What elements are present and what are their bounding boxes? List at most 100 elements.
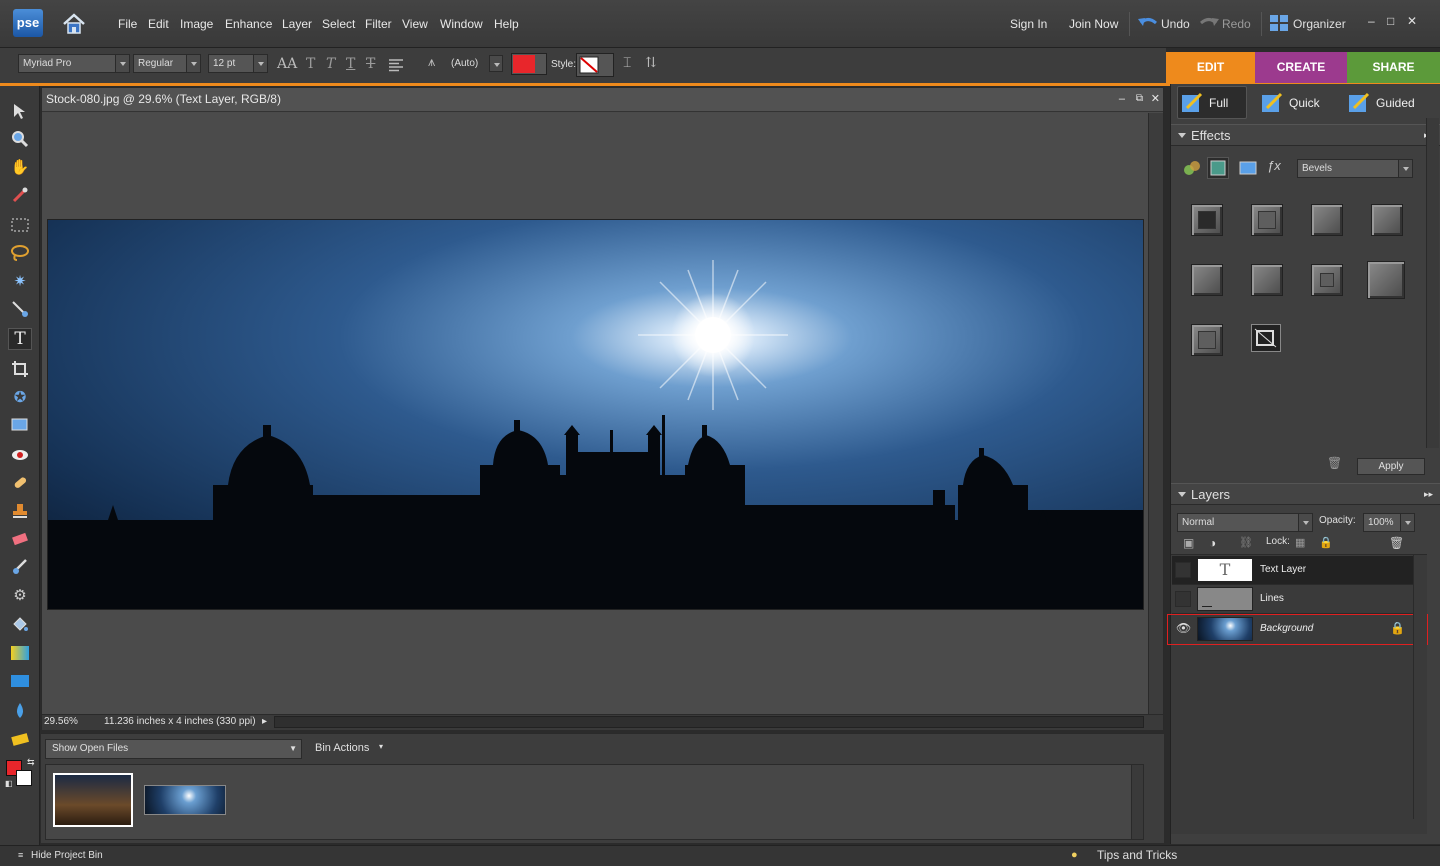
text-color-swatch[interactable] bbox=[511, 53, 547, 75]
menu-edit[interactable]: Edit bbox=[148, 17, 169, 31]
selection-brush-tool-icon[interactable] bbox=[8, 298, 32, 320]
panel-menu-icon[interactable]: ▸▸ bbox=[1424, 484, 1433, 505]
font-size-select[interactable]: 12 pt bbox=[208, 54, 268, 73]
bin-thumbnail[interactable] bbox=[144, 785, 226, 815]
menu-help[interactable]: Help bbox=[494, 17, 519, 31]
bevel-thumbnail[interactable] bbox=[1251, 324, 1281, 352]
bevel-thumbnail[interactable] bbox=[1191, 204, 1223, 236]
lasso-tool-icon[interactable] bbox=[8, 242, 32, 264]
sponge-tool-icon[interactable] bbox=[8, 728, 32, 750]
eye-icon[interactable]: 👁 bbox=[1176, 621, 1192, 637]
font-style-select[interactable]: Regular bbox=[133, 54, 201, 73]
bin-actions-arrow-icon[interactable]: ▾ bbox=[379, 742, 383, 751]
eraser-tool-icon[interactable] bbox=[8, 528, 32, 550]
crop-tool-icon[interactable] bbox=[8, 358, 32, 380]
effects-panel-header[interactable]: Effects ▸▸ bbox=[1171, 124, 1440, 146]
sign-in-link[interactable]: Sign In bbox=[1010, 17, 1047, 31]
trash-icon[interactable]: 🗑 bbox=[1327, 456, 1342, 470]
align-left-icon[interactable] bbox=[388, 58, 404, 72]
text-orientation-icon[interactable]: ⇅ bbox=[645, 55, 657, 71]
blur-tool-icon[interactable] bbox=[8, 700, 32, 722]
effects-scrollbar[interactable] bbox=[1426, 118, 1439, 448]
layer-row-text[interactable]: T Text Layer bbox=[1172, 556, 1425, 585]
horizontal-scrollbar[interactable] bbox=[274, 716, 1144, 728]
bin-actions-menu[interactable]: Bin Actions bbox=[315, 742, 369, 754]
visibility-toggle[interactable] bbox=[1175, 591, 1191, 607]
opacity-input[interactable]: 100% bbox=[1363, 513, 1415, 532]
tab-create[interactable]: CREATE bbox=[1255, 52, 1347, 83]
menu-image[interactable]: Image bbox=[180, 17, 213, 31]
bevel-thumbnail[interactable] bbox=[1367, 261, 1405, 299]
bin-scrollbar[interactable] bbox=[1131, 765, 1143, 839]
menu-enhance[interactable]: Enhance bbox=[225, 17, 272, 31]
menu-select[interactable]: Select bbox=[322, 17, 355, 31]
fx-icon[interactable]: ƒx bbox=[1267, 158, 1287, 178]
tab-share[interactable]: SHARE bbox=[1347, 52, 1440, 83]
anti-alias-icon[interactable]: AA bbox=[277, 56, 297, 72]
layer-row-lines[interactable]: Lines bbox=[1172, 585, 1425, 614]
magic-wand-tool-icon[interactable]: ✷ bbox=[8, 270, 32, 292]
maximize-icon[interactable]: □ bbox=[1387, 14, 1394, 28]
effects-category-select[interactable]: Bevels bbox=[1297, 159, 1413, 178]
hide-project-bin-button[interactable]: Hide Project Bin bbox=[31, 846, 103, 865]
apply-button[interactable]: Apply bbox=[1357, 458, 1425, 475]
clone-stamp-tool-icon[interactable] bbox=[8, 500, 32, 522]
status-menu-arrow-icon[interactable]: ▸ bbox=[262, 715, 267, 729]
join-now-link[interactable]: Join Now bbox=[1069, 17, 1118, 31]
brush-tool-icon[interactable] bbox=[8, 556, 32, 578]
default-colors-icon[interactable]: ◧ bbox=[5, 779, 13, 788]
adjustment-layer-icon[interactable]: ◑ bbox=[1209, 536, 1216, 550]
doc-close-icon[interactable]: ✕ bbox=[1151, 88, 1160, 110]
bevel-thumbnail[interactable] bbox=[1191, 264, 1223, 296]
swap-colors-icon[interactable]: ⇆ bbox=[27, 757, 35, 768]
bevel-thumbnail[interactable] bbox=[1311, 204, 1343, 236]
bevel-thumbnail[interactable] bbox=[1311, 264, 1343, 296]
italic-icon[interactable]: T bbox=[326, 56, 335, 72]
zoom-level[interactable]: 29.56% bbox=[44, 715, 78, 729]
hand-tool-icon[interactable]: ✋ bbox=[8, 156, 32, 178]
bevel-thumbnail[interactable] bbox=[1371, 204, 1403, 236]
cookie-cutter-tool-icon[interactable]: ✪ bbox=[8, 386, 32, 408]
menu-view[interactable]: View bbox=[402, 17, 428, 31]
bin-thumbnail[interactable] bbox=[53, 773, 133, 827]
new-layer-icon[interactable]: ▣ bbox=[1183, 536, 1194, 550]
bevel-thumbnail[interactable] bbox=[1191, 324, 1223, 356]
menu-filter[interactable]: Filter bbox=[365, 17, 392, 31]
blend-mode-select[interactable]: Normal bbox=[1177, 513, 1313, 532]
tips-and-tricks-link[interactable]: Tips and Tricks bbox=[1097, 846, 1177, 865]
gradient-tool-icon[interactable] bbox=[8, 642, 32, 664]
background-color-swatch[interactable] bbox=[16, 770, 32, 786]
app-logo[interactable]: pse bbox=[13, 9, 43, 37]
minimize-icon[interactable]: – bbox=[1368, 14, 1375, 28]
red-eye-tool-icon[interactable] bbox=[8, 444, 32, 466]
layer-row-background[interactable]: 👁 Background 🔒 bbox=[1167, 614, 1428, 645]
tab-edit[interactable]: EDIT bbox=[1166, 52, 1255, 83]
lock-transparency-icon[interactable]: ▦ bbox=[1295, 536, 1305, 549]
zoom-tool-icon[interactable] bbox=[8, 128, 32, 150]
layer-styles-icon[interactable] bbox=[1207, 157, 1229, 179]
bold-icon[interactable]: T bbox=[306, 56, 315, 72]
menu-layer[interactable]: Layer bbox=[282, 17, 312, 31]
bevel-thumbnail[interactable] bbox=[1251, 204, 1283, 236]
strikethrough-icon[interactable]: T bbox=[366, 56, 375, 72]
document-image[interactable] bbox=[47, 219, 1144, 610]
doc-minimize-icon[interactable]: – bbox=[1119, 88, 1125, 110]
visibility-toggle[interactable] bbox=[1175, 562, 1191, 578]
filters-icon[interactable] bbox=[1183, 159, 1201, 177]
warp-text-icon[interactable]: ⌶ bbox=[623, 55, 631, 71]
marquee-tool-icon[interactable] bbox=[8, 214, 32, 236]
delete-layer-icon[interactable]: 🗑 bbox=[1389, 536, 1404, 550]
eyedropper-tool-icon[interactable] bbox=[8, 184, 32, 206]
leading-select[interactable]: (Auto) bbox=[446, 54, 504, 73]
font-family-select[interactable]: Myriad Pro bbox=[18, 54, 130, 73]
layers-scrollbar[interactable] bbox=[1413, 555, 1427, 819]
close-icon[interactable]: ✕ bbox=[1407, 14, 1417, 28]
doc-restore-icon[interactable]: ⧉ bbox=[1136, 88, 1143, 110]
vertical-scrollbar[interactable] bbox=[1148, 113, 1163, 714]
layers-panel-header[interactable]: Layers ▸▸ bbox=[1171, 483, 1440, 505]
lock-all-icon[interactable]: 🔒 bbox=[1319, 536, 1333, 549]
healing-brush-tool-icon[interactable] bbox=[8, 472, 32, 494]
home-icon[interactable] bbox=[60, 11, 88, 37]
menu-file[interactable]: File bbox=[118, 17, 137, 31]
photo-effects-icon[interactable] bbox=[1239, 159, 1257, 177]
